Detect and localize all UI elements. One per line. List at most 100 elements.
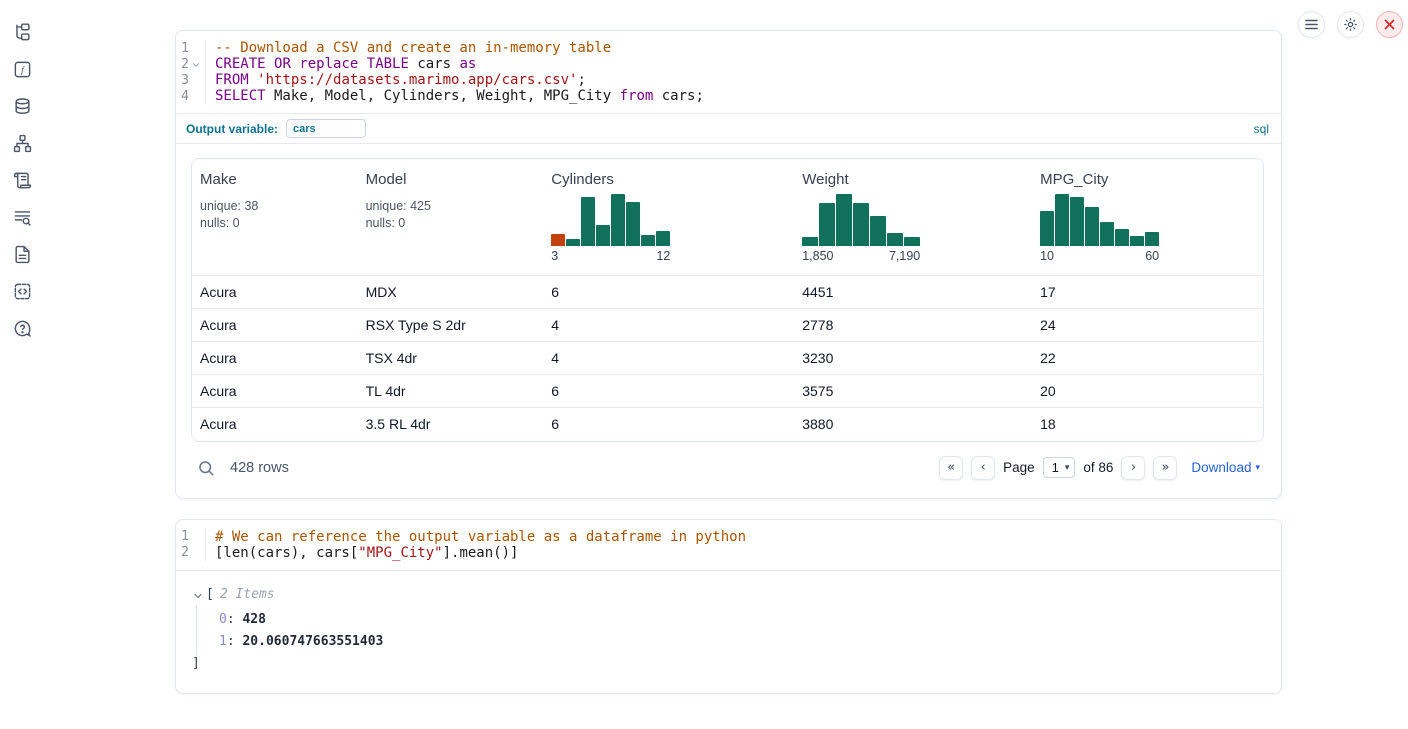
code-token: cars;	[653, 88, 704, 104]
menu-button[interactable]	[1298, 11, 1325, 38]
histogram-bar[interactable]	[1070, 197, 1084, 246]
histogram-bar[interactable]	[1055, 194, 1069, 246]
histogram-bar[interactable]	[626, 202, 640, 246]
histogram-bar[interactable]	[566, 239, 580, 246]
table-row[interactable]: AcuraRSX Type S 2dr4277824	[192, 309, 1263, 342]
page-select[interactable]: 1 ▾	[1043, 457, 1076, 478]
histogram-bar[interactable]	[611, 194, 625, 246]
table-row[interactable]: AcuraMDX6445117	[192, 276, 1263, 309]
line-number: 1	[181, 41, 189, 56]
documentation-icon[interactable]	[13, 245, 32, 264]
logs-search-icon[interactable]	[13, 208, 32, 227]
output-variable-input[interactable]	[286, 119, 366, 138]
code-text: # We can reference the output variable a…	[206, 529, 746, 545]
table-cell: 3230	[794, 342, 1032, 375]
dependency-graph-icon[interactable]	[13, 134, 32, 153]
table-footer: 428 rows « ‹ Page 1 ▾ of 86 › » Download…	[191, 442, 1264, 488]
histogram-bar[interactable]	[853, 203, 869, 246]
python-code-editor[interactable]: 1 # We can reference the output variable …	[176, 520, 1281, 570]
sql-code-editor[interactable]: 1 -- Download a CSV and create an in-memo…	[176, 31, 1281, 113]
column-name: Model	[366, 171, 536, 188]
histogram-bar[interactable]	[1085, 207, 1099, 246]
table-row[interactable]: Acura3.5 RL 4dr6388018	[192, 408, 1263, 441]
code-token: -- Download a CSV and create an in-memor…	[215, 40, 611, 56]
sidebar: f	[0, 0, 44, 729]
histogram-bar[interactable]	[819, 203, 835, 246]
histogram-bar[interactable]	[1130, 236, 1144, 246]
search-icon[interactable]	[197, 459, 215, 477]
table-cell: 6	[543, 408, 794, 441]
page-select-value: 1	[1052, 460, 1059, 475]
code-token: replace	[299, 56, 358, 72]
histogram-bars	[551, 194, 670, 246]
database-icon[interactable]	[13, 97, 32, 116]
table-cell: 6	[543, 375, 794, 408]
snippets-icon[interactable]	[13, 282, 32, 301]
tree-entry: 0: 428	[219, 609, 1265, 631]
output-variable-label: Output variable:	[186, 122, 278, 136]
code-token: as	[460, 56, 477, 72]
histogram-bar[interactable]	[1115, 229, 1129, 246]
table-cell: RSX Type S 2dr	[358, 309, 544, 342]
histogram-bars	[802, 194, 920, 246]
line-number-gutter: 2	[176, 545, 206, 561]
histogram-bar[interactable]	[887, 233, 903, 246]
histogram-bar[interactable]	[596, 225, 610, 246]
histogram-bar[interactable]	[904, 237, 920, 246]
column-header-weight[interactable]: Weight 1,8507,190	[794, 159, 1032, 276]
line-number: 2	[181, 57, 189, 72]
column-header-make[interactable]: Makeunique: 38nulls: 0	[192, 159, 358, 276]
last-page-button[interactable]: »	[1153, 456, 1177, 480]
line-number-gutter: 4	[176, 88, 206, 104]
histogram-bar[interactable]	[656, 231, 670, 246]
table-row[interactable]: AcuraTL 4dr6357520	[192, 375, 1263, 408]
line-number: 3	[181, 73, 189, 88]
line-number-gutter: 3	[176, 72, 206, 88]
settings-button[interactable]	[1337, 11, 1364, 38]
column-name: MPG_City	[1040, 171, 1255, 188]
close-button[interactable]	[1376, 11, 1403, 38]
line-number: 1	[181, 529, 189, 544]
column-name: Weight	[802, 171, 1024, 188]
column-header-mpg_city[interactable]: MPG_City 1060	[1032, 159, 1263, 276]
scratchpad-icon[interactable]	[13, 171, 32, 190]
histogram-bar[interactable]	[836, 194, 852, 246]
table-cell: Acura	[192, 309, 358, 342]
line-number: 4	[181, 89, 189, 104]
fold-chevron-icon[interactable]	[191, 59, 201, 69]
previous-page-button[interactable]: ‹	[971, 456, 995, 480]
tree-collapse-icon[interactable]	[192, 589, 204, 601]
column-header-cylinders[interactable]: Cylinders312	[543, 159, 794, 276]
download-label: Download	[1191, 460, 1251, 475]
histogram-axis: 1060	[1040, 249, 1159, 263]
histogram-bar[interactable]	[581, 197, 595, 246]
line-number-gutter: 2	[176, 56, 206, 72]
histogram-bar[interactable]	[1040, 211, 1054, 246]
next-page-button[interactable]: ›	[1121, 456, 1145, 480]
column-header-model[interactable]: Modelunique: 425nulls: 0	[358, 159, 544, 276]
histogram-bar[interactable]	[1145, 232, 1159, 246]
help-icon[interactable]	[13, 319, 32, 338]
histogram-bar[interactable]	[551, 234, 565, 246]
tree-value: 428	[242, 612, 265, 627]
sql-cell: 1 -- Download a CSV and create an in-memo…	[175, 30, 1282, 499]
download-button[interactable]: Download ▾	[1191, 460, 1260, 475]
table-row[interactable]: AcuraTSX 4dr4323022	[192, 342, 1263, 375]
code-text: [len(cars), cars["MPG_City"].mean()]	[206, 545, 518, 561]
table-cell: Acura	[192, 408, 358, 441]
tree-key: 0	[219, 612, 227, 627]
column-histogram: 1,8507,190	[802, 194, 920, 263]
table-cell: 3.5 RL 4dr	[358, 408, 544, 441]
file-tree-icon[interactable]	[13, 23, 32, 42]
topbar-actions	[1298, 11, 1403, 38]
code-token	[358, 56, 366, 72]
histogram-bar[interactable]	[1100, 222, 1114, 246]
functions-icon[interactable]: f	[13, 60, 32, 79]
code-line: 1 # We can reference the output variable …	[176, 529, 1281, 545]
histogram-bar[interactable]	[870, 216, 886, 246]
first-page-button[interactable]: «	[939, 456, 963, 480]
notebook: 1 -- Download a CSV and create an in-memo…	[175, 0, 1282, 694]
histogram-bar[interactable]	[641, 235, 655, 246]
page-total-label: of 86	[1083, 460, 1113, 475]
histogram-bar[interactable]	[802, 237, 818, 246]
